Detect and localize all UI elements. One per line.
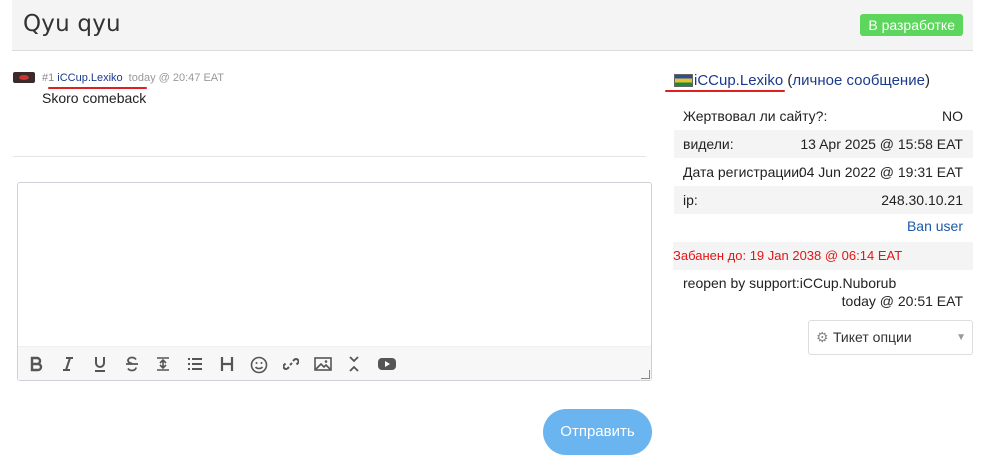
divider: [13, 156, 646, 157]
reopen-info: reopen by support:iCCup.Nuborub: [683, 275, 897, 291]
ticket-header: Qyu qyu В разработке: [12, 0, 973, 51]
strikethrough-icon[interactable]: [121, 353, 143, 375]
annotation-underline: [665, 90, 785, 92]
reopen-time: today @ 20:51 EAT: [841, 293, 963, 309]
private-message-link[interactable]: личное сообщение: [792, 72, 925, 89]
underline-icon[interactable]: [89, 353, 111, 375]
info-value: 248.30.10.21: [881, 192, 963, 208]
collapse-icon[interactable]: [343, 353, 365, 375]
ban-user-link[interactable]: Ban user: [907, 218, 963, 234]
info-label: Дата регистрации:: [683, 164, 803, 180]
editor-toolbar: [18, 346, 651, 380]
heading-icon[interactable]: [216, 353, 238, 375]
send-button[interactable]: Отправить: [543, 409, 652, 455]
message-text: Skoro comeback: [42, 90, 147, 106]
chevron-down-icon: ▼: [956, 332, 966, 343]
italic-icon[interactable]: [57, 353, 79, 375]
info-value: NO: [942, 108, 963, 124]
resize-handle[interactable]: [641, 370, 650, 379]
page-title: Qyu qyu: [23, 11, 121, 37]
pm-paren-close: ): [924, 72, 930, 89]
reply-editor[interactable]: [17, 182, 652, 381]
info-label: видели:: [683, 136, 734, 152]
flag-icon: [674, 74, 693, 87]
list-icon[interactable]: [184, 353, 206, 375]
sidebar-user: iCCup.Lexiko (личное сообщение): [694, 72, 930, 89]
annotation-underline: [48, 87, 147, 89]
ticket-options-label: Тикет опции: [833, 329, 912, 345]
info-value: 04 Jun 2022 @ 19:31 EAT: [798, 164, 963, 180]
gear-icon: ⚙: [816, 329, 829, 345]
smiley-icon[interactable]: [248, 353, 270, 375]
message-author-link[interactable]: iCCup.Lexiko: [57, 72, 122, 84]
bold-icon[interactable]: [25, 353, 47, 375]
avatar: [13, 72, 35, 83]
link-icon[interactable]: [280, 353, 302, 375]
sidebar-user-link[interactable]: iCCup.Lexiko: [694, 72, 783, 89]
status-badge: В разработке: [860, 14, 963, 36]
info-row-donated: Жертвовал ли сайту?: NO: [674, 102, 973, 130]
info-row-registered: Дата регистрации: 04 Jun 2022 @ 19:31 EA…: [674, 158, 973, 186]
info-row-seen: видели: 13 Apr 2025 @ 15:58 EAT: [674, 130, 973, 158]
info-value: 13 Apr 2025 @ 15:58 EAT: [800, 136, 963, 152]
horizontal-rule-icon[interactable]: [152, 353, 174, 375]
info-label: ip:: [683, 192, 698, 208]
banned-until: Забанен до: 19 Jan 2038 @ 06:14 EAT: [673, 242, 973, 270]
message-time: today @ 20:47 EAT: [128, 72, 225, 84]
image-icon[interactable]: [312, 353, 334, 375]
message-meta: #1 iCCup.Lexiko today @ 20:47 EAT: [42, 72, 224, 84]
info-row-ip: ip: 248.30.10.21: [674, 186, 973, 214]
ticket-options-dropdown[interactable]: ⚙ Тикет опции ▼: [808, 320, 973, 355]
message-number: #1: [42, 72, 55, 84]
info-label: Жертвовал ли сайту?:: [683, 108, 828, 124]
youtube-icon[interactable]: [376, 353, 398, 375]
